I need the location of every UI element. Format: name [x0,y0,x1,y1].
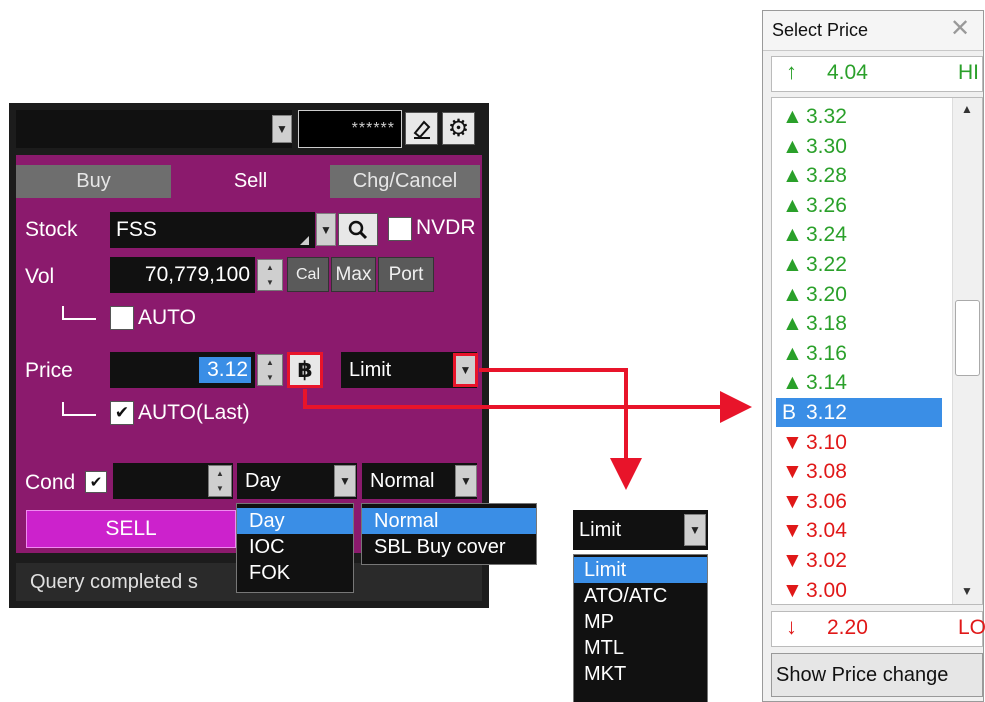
connector-price-button [303,389,752,423]
connector-overlay [303,368,752,490]
connector-price-type [479,368,642,490]
